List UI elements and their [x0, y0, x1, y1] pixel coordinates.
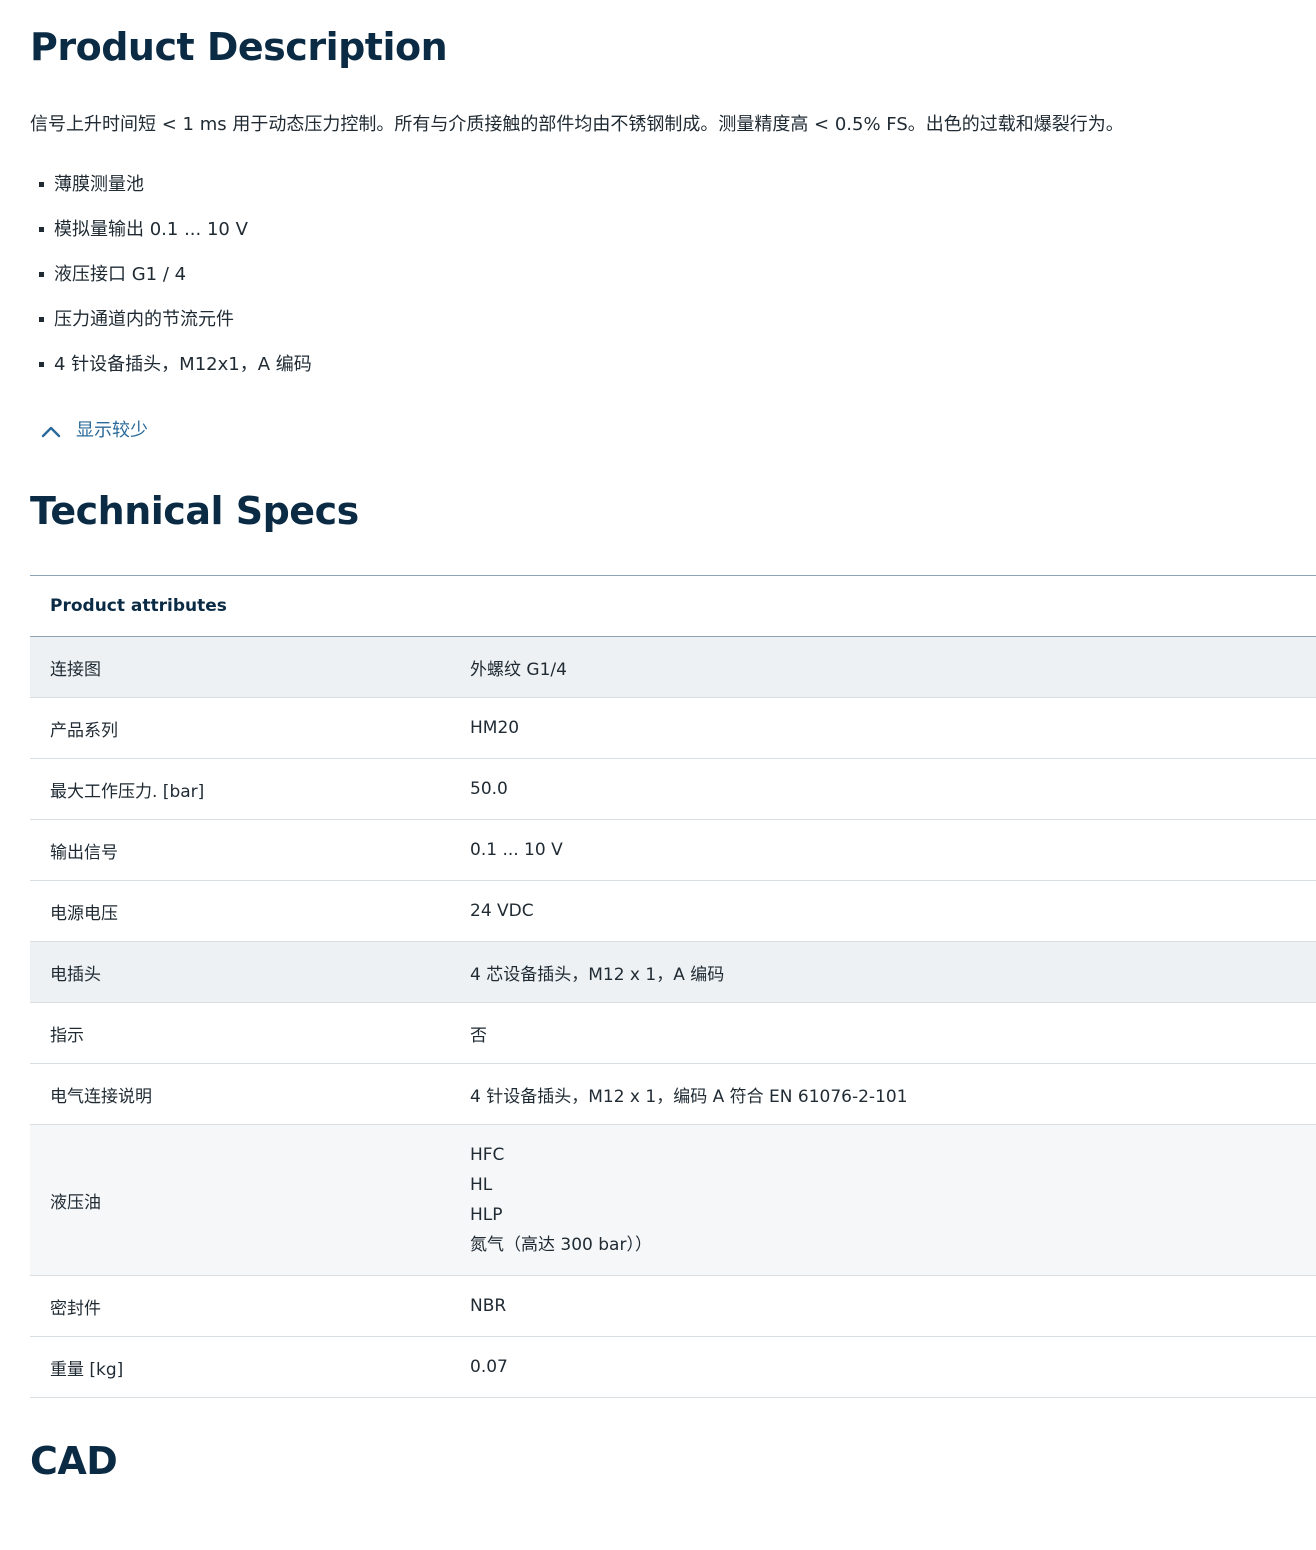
bullet-icon — [39, 362, 44, 367]
feature-text: 液压接口 G1 / 4 — [54, 264, 187, 285]
attribute-value: 0.1 ... 10 V — [450, 819, 1316, 881]
list-item: 4 针设备插头，M12x1，A 编码 — [30, 352, 312, 397]
feature-text: 压力通道内的节流元件 — [54, 309, 234, 330]
cad-title: CAD — [30, 1439, 118, 1483]
attribute-value: NBR — [450, 1275, 1316, 1337]
table-row: 电插头 4 芯设备插头，M12 x 1，A 编码 — [30, 941, 1316, 1003]
attribute-label: 产品系列 — [30, 697, 450, 759]
bullet-icon — [39, 227, 44, 232]
list-item: 模拟量输出 0.1 ... 10 V — [30, 217, 312, 262]
attribute-value: 24 VDC — [450, 880, 1316, 942]
attribute-value: HL — [470, 1175, 493, 1195]
show-less-button[interactable]: 显示较少 — [40, 418, 148, 444]
attribute-value: 50.0 — [450, 758, 1316, 820]
attribute-value: 4 芯设备插头，M12 x 1，A 编码 — [450, 941, 1316, 1003]
attribute-value: 外螺纹 G1/4 — [450, 636, 1316, 698]
feature-text: 4 针设备插头，M12x1，A 编码 — [54, 354, 312, 375]
attribute-value-list: HFC HL HLP 氮气（高达 300 bar）） — [450, 1124, 1316, 1276]
attribute-label: 电气连接说明 — [30, 1063, 450, 1125]
table-row: 密封件 NBR — [30, 1275, 1316, 1337]
product-description-text: 信号上升时间短 < 1 ms 用于动态压力控制。所有与介质接触的部件均由不锈钢制… — [30, 114, 1124, 135]
specs-table: Product attributes 连接图 外螺纹 G1/4 产品系列 HM2… — [30, 575, 1316, 1398]
attribute-value: 否 — [450, 1002, 1316, 1064]
table-row: 电气连接说明 4 针设备插头，M12 x 1，编码 A 符合 EN 61076-… — [30, 1063, 1316, 1125]
table-row: 连接图 外螺纹 G1/4 — [30, 636, 1316, 698]
attribute-label: 电插头 — [30, 941, 450, 1003]
table-row: 指示 否 — [30, 1002, 1316, 1064]
feature-text: 模拟量输出 0.1 ... 10 V — [54, 219, 248, 240]
attribute-value: 氮气（高达 300 bar）） — [470, 1235, 652, 1255]
attribute-value: 4 针设备插头，M12 x 1，编码 A 符合 EN 61076-2-101 — [450, 1063, 1316, 1125]
table-row: 重量 [kg] 0.07 — [30, 1336, 1316, 1398]
technical-specs-title: Technical Specs — [30, 489, 359, 533]
list-item: 压力通道内的节流元件 — [30, 307, 312, 352]
table-row: 产品系列 HM20 — [30, 697, 1316, 759]
product-description-title: Product Description — [30, 25, 448, 69]
bullet-icon — [39, 182, 44, 187]
bullet-icon — [39, 317, 44, 322]
table-row: 液压油 HFC HL HLP 氮气（高达 300 bar）） — [30, 1124, 1316, 1276]
attribute-label: 最大工作压力. [bar] — [30, 758, 450, 820]
chevron-up-icon — [41, 426, 61, 438]
table-row: 电源电压 24 VDC — [30, 880, 1316, 942]
attribute-value: HFC — [470, 1145, 505, 1165]
table-row: 最大工作压力. [bar] 50.0 — [30, 758, 1316, 820]
attribute-label: 输出信号 — [30, 819, 450, 881]
attribute-label: 重量 [kg] — [30, 1336, 450, 1398]
list-item: 液压接口 G1 / 4 — [30, 262, 312, 307]
feature-list: 薄膜测量池 模拟量输出 0.1 ... 10 V 液压接口 G1 / 4 压力通… — [30, 172, 312, 397]
attribute-value: HLP — [470, 1205, 503, 1225]
feature-text: 薄膜测量池 — [54, 174, 144, 195]
attribute-value: 0.07 — [450, 1336, 1316, 1398]
bullet-icon — [39, 272, 44, 277]
show-less-label: 显示较少 — [76, 420, 148, 441]
table-header: Product attributes — [30, 575, 1316, 637]
attribute-label: 密封件 — [30, 1275, 450, 1337]
attribute-value: HM20 — [450, 697, 1316, 759]
attribute-label: 电源电压 — [30, 880, 450, 942]
attribute-label: 指示 — [30, 1002, 450, 1064]
attribute-label: 连接图 — [30, 636, 450, 698]
table-row: 输出信号 0.1 ... 10 V — [30, 819, 1316, 881]
table-header-row: Product attributes — [30, 575, 1316, 637]
attribute-label: 液压油 — [30, 1124, 450, 1276]
list-item: 薄膜测量池 — [30, 172, 312, 217]
